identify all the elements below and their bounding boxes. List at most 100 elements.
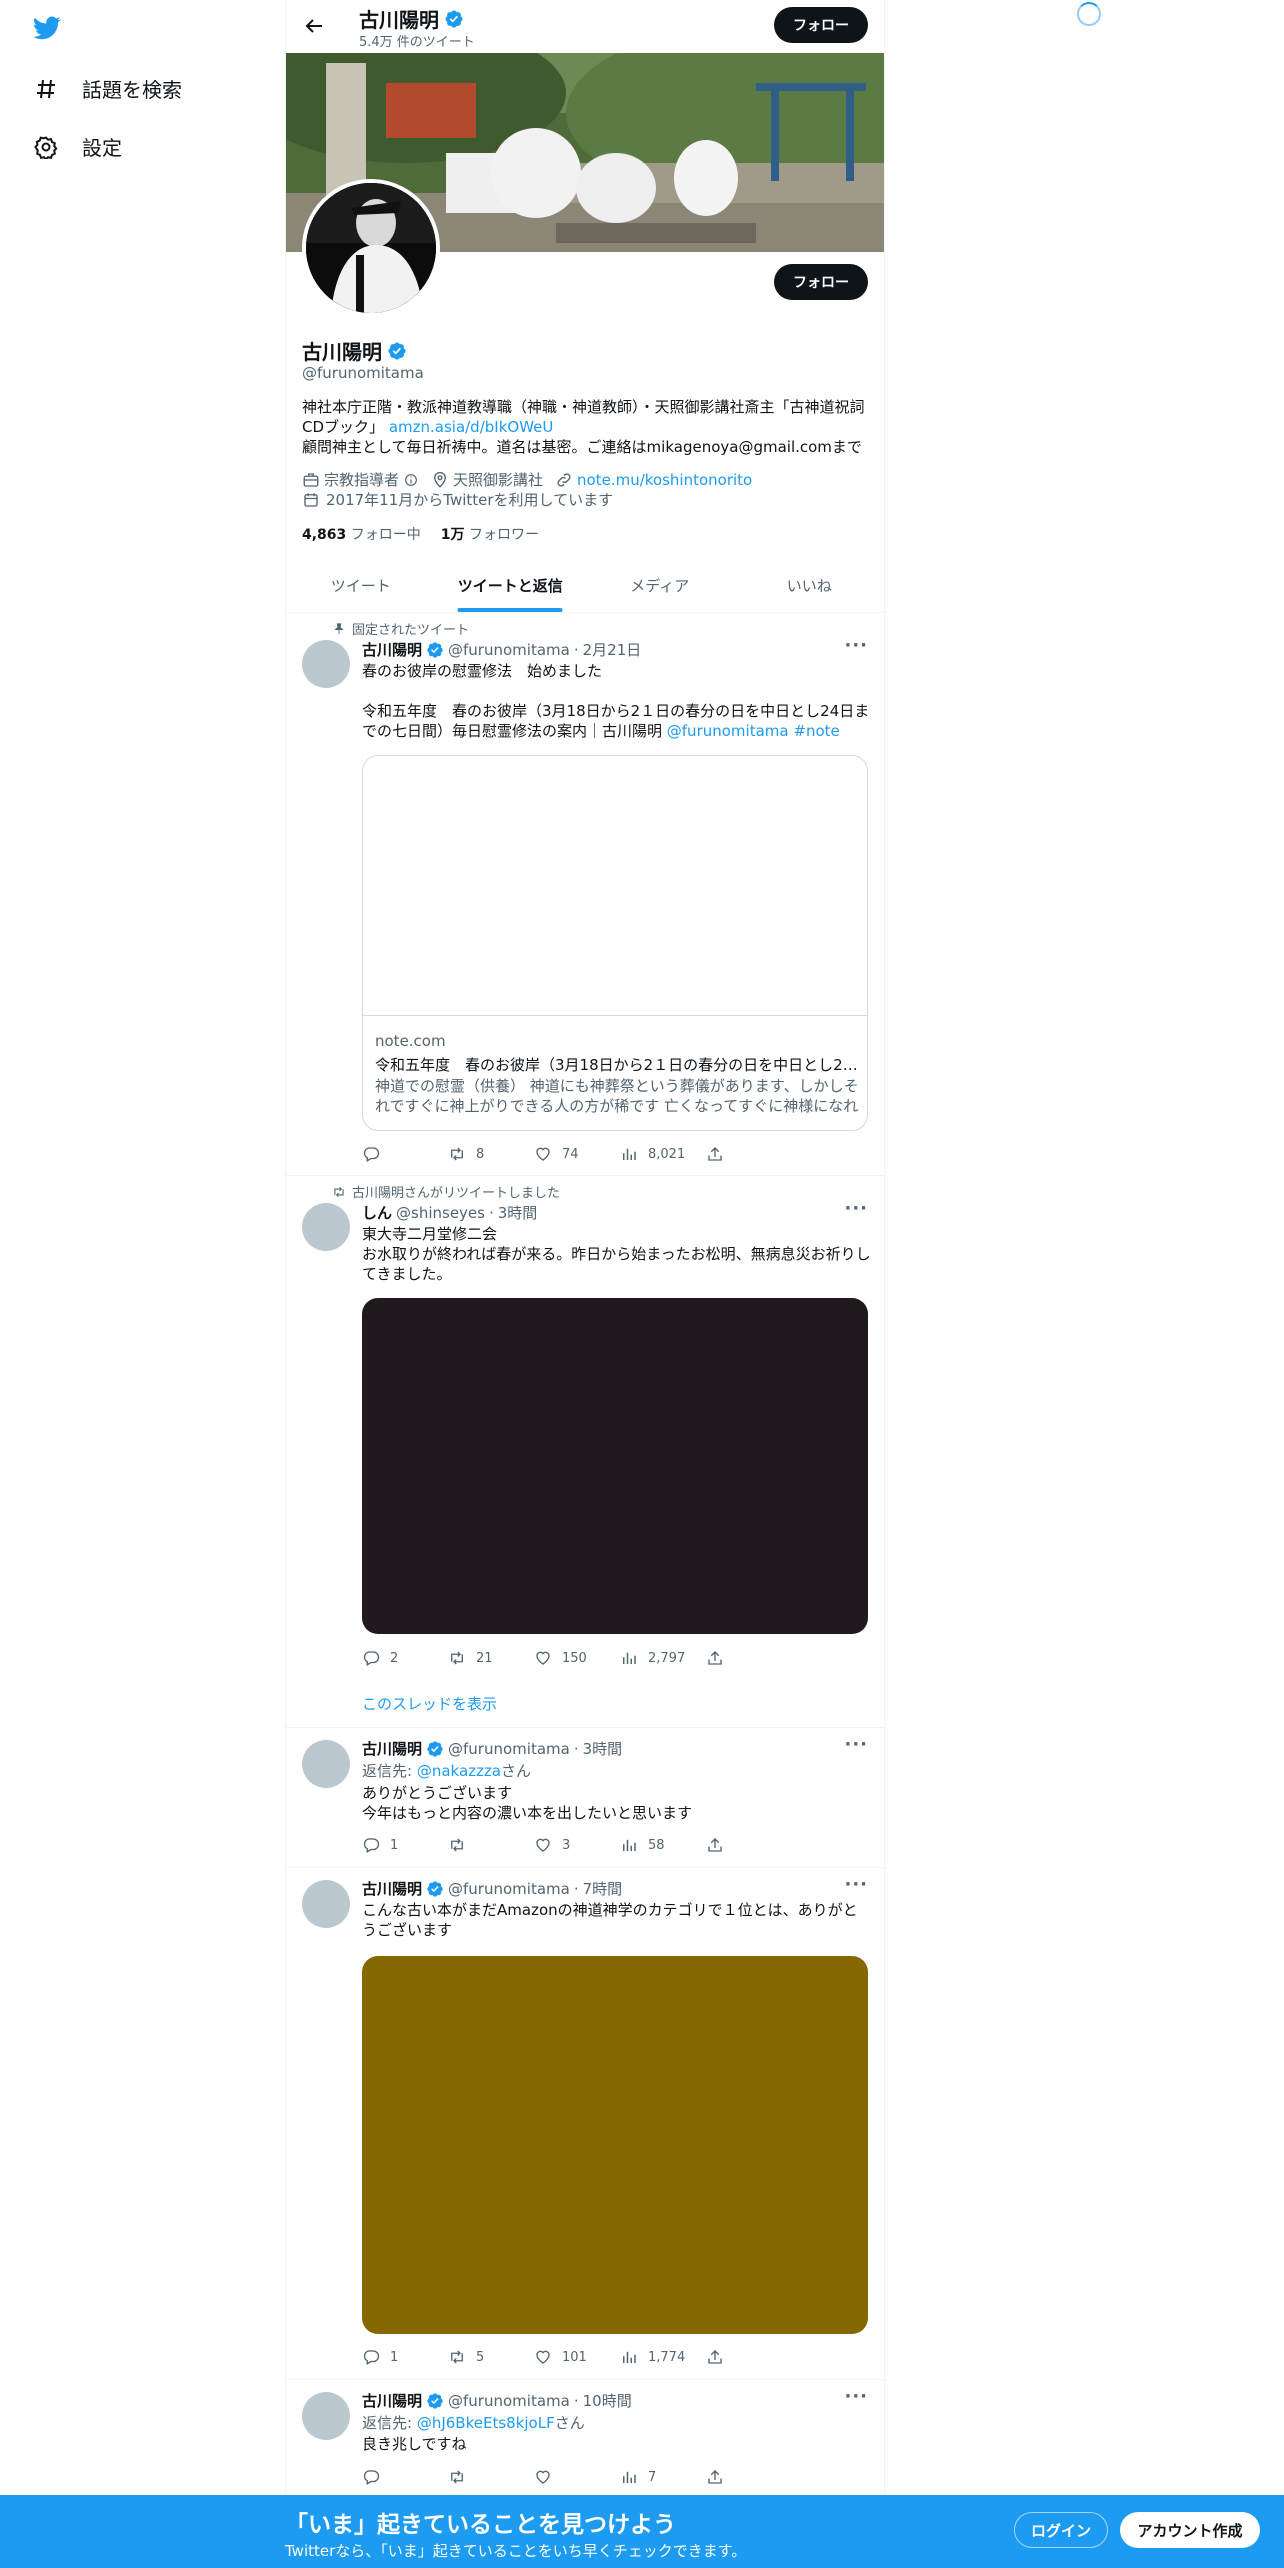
signup-banner-title: 「いま」起きていることを見つけよう (285, 2512, 676, 2538)
signup-banner: 「いま」起きていることを見つけよう Twitterなら、「いま」起きていることを… (0, 2495, 1284, 2568)
followers-stat[interactable]: 1万 フォロワー (441, 524, 539, 544)
sidebar-item-explore[interactable]: 話題を検索 (34, 74, 182, 103)
reply-button[interactable]: 2 (362, 1649, 448, 1667)
tweet-text-line: 今年はもっと内容の濃い本を出したいと思います (362, 1804, 693, 1822)
tweet-avatar[interactable] (302, 1203, 350, 1251)
views-button[interactable]: 2,797 (620, 1649, 706, 1667)
reply-to-mention[interactable]: @hJ6BkeEts8kjoLF (417, 2414, 555, 2432)
tweet-time[interactable]: 10時間 (583, 2390, 632, 2411)
more-options-icon[interactable]: ··· (844, 2386, 868, 2407)
tweet-author-name[interactable]: しん (362, 1202, 392, 1223)
following-stat[interactable]: 4,863 フォロー中 (302, 524, 421, 544)
tab-media[interactable]: メディア (585, 560, 735, 612)
like-button[interactable]: 150 (534, 1649, 620, 1667)
tweet-author-handle[interactable]: @furunomitama (448, 641, 570, 659)
tweet-author-handle[interactable]: @furunomitama (448, 1740, 570, 1758)
card-domain: note.com (375, 1032, 446, 1050)
tweet-time[interactable]: 3時間 (583, 1738, 623, 1759)
tweet-mention[interactable]: @furunomitama (667, 722, 789, 740)
heart-icon (534, 2468, 552, 2486)
tweet-pinned[interactable]: 固定されたツイート 古川陽明 @furunomitama · 2月21日 ···… (286, 613, 884, 1176)
tweet-author-name[interactable]: 古川陽明 (362, 1878, 422, 1899)
more-options-icon[interactable]: ··· (844, 635, 868, 656)
reply-to-mention[interactable]: @nakazzza (417, 1762, 501, 1780)
retweet-button[interactable] (448, 2468, 534, 2486)
profile-follow-button[interactable]: フォロー (774, 264, 868, 300)
tweet-avatar[interactable] (302, 2392, 350, 2440)
login-button[interactable]: ログイン (1014, 2512, 1108, 2548)
retweet-button[interactable] (448, 1836, 534, 1854)
retweet-button[interactable]: 5 (448, 2348, 534, 2366)
views-button[interactable]: 1,774 (620, 2348, 706, 2366)
tweet-time[interactable]: 2月21日 (583, 639, 642, 660)
reply-button[interactable]: 1 (362, 2348, 448, 2366)
more-options-icon[interactable]: ··· (844, 1874, 868, 1895)
show-thread-link[interactable]: このスレッドを表示 (362, 1693, 497, 1714)
tweet-with-media[interactable]: 古川陽明 @furunomitama · 7時間 ··· こんな古い本がまだAm… (286, 1868, 884, 2380)
tweet-header: しん @shinseyes · 3時間 (362, 1202, 537, 1223)
hashtag-icon (37, 79, 55, 98)
tweet-avatar[interactable] (302, 640, 350, 688)
bar-chart-icon (620, 1836, 638, 1854)
sidebar-item-label: 話題を検索 (82, 78, 182, 102)
twitter-bird-icon[interactable] (32, 14, 62, 42)
share-button[interactable] (706, 1649, 792, 1667)
views-button[interactable]: 58 (620, 1836, 706, 1854)
share-button[interactable] (706, 2468, 792, 2486)
share-button[interactable] (706, 2348, 792, 2366)
profile-name: 古川陽明 (302, 336, 407, 365)
tweet-reply[interactable]: 古川陽明 @furunomitama · 3時間 ··· 返信先: @nakaz… (286, 1728, 884, 1868)
like-button[interactable]: 74 (534, 1145, 620, 1163)
profile-location: 天照御影講社 (431, 469, 543, 490)
tweet-time[interactable]: 3時間 (498, 1202, 538, 1223)
website-link[interactable]: note.mu/koshintonorito (577, 471, 752, 489)
info-icon[interactable] (403, 472, 419, 488)
signup-button[interactable]: アカウント作成 (1120, 2512, 1260, 2548)
tweet-author-handle[interactable]: @shinseyes (396, 1204, 485, 1222)
tweet-author-name[interactable]: 古川陽明 (362, 2390, 422, 2411)
more-options-icon[interactable]: ··· (844, 1734, 868, 1755)
bio-text: 顧問神主として毎日祈祷中。道名は基密。ご連絡はmikagenoya@gmail.… (302, 438, 862, 456)
share-button[interactable] (706, 1836, 792, 1854)
tweet-time[interactable]: 7時間 (583, 1878, 623, 1899)
views-button[interactable]: 8,021 (620, 1145, 706, 1163)
reply-button[interactable] (362, 2468, 448, 2486)
views-button[interactable]: 7 (620, 2468, 706, 2486)
tweet-media[interactable] (362, 1298, 868, 1634)
view-count: 58 (648, 1837, 665, 1853)
tweet-text-line: こんな古い本がまだAmazonの神道神学のカテゴリで１位とは、ありがとうございま… (362, 1901, 858, 1939)
more-options-icon[interactable]: ··· (844, 1198, 868, 1219)
reply-button[interactable] (362, 1145, 448, 1163)
bio-link[interactable]: amzn.asia/d/bIkOWeU (389, 418, 554, 436)
retweet-button[interactable]: 8 (448, 1145, 534, 1163)
link-card[interactable]: note.com 令和五年度 春のお彼岸（3月18日から2１日の春分の日を中日と… (362, 755, 868, 1131)
tweet-hashtag[interactable]: #note (793, 722, 839, 740)
retweet-button[interactable]: 21 (448, 1649, 534, 1667)
reply-button[interactable]: 1 (362, 1836, 448, 1854)
tweet-reply[interactable]: 古川陽明 @furunomitama · 10時間 ··· 返信先: @hJ6B… (286, 2380, 884, 2500)
like-button[interactable] (534, 2468, 620, 2486)
share-icon (706, 1649, 724, 1667)
tab-likes[interactable]: いいね (735, 560, 885, 612)
tweet-text-line: お水取りが終われば春が来る。昨日から始まったお松明、無病息災お祈りしてきました。 (362, 1245, 871, 1283)
like-button[interactable]: 3 (534, 1836, 620, 1854)
tweet-avatar[interactable] (302, 1880, 350, 1928)
share-button[interactable] (706, 1145, 792, 1163)
back-arrow-icon[interactable] (302, 14, 326, 38)
tweet-author-name[interactable]: 古川陽明 (362, 1738, 422, 1759)
header-follow-button[interactable]: フォロー (774, 7, 868, 43)
profile-avatar[interactable] (302, 179, 440, 317)
tweet-author-handle[interactable]: @furunomitama (448, 2392, 570, 2410)
tweet-media[interactable] (362, 1956, 868, 2334)
context-text[interactable]: 古川陽明さんがリツイートしました (352, 1182, 560, 1201)
like-button[interactable]: 101 (534, 2348, 620, 2366)
tweet-author-name[interactable]: 古川陽明 (362, 639, 422, 660)
sidebar-item-settings[interactable]: 設定 (34, 132, 122, 161)
share-icon (706, 2468, 724, 2486)
tweet-avatar[interactable] (302, 1740, 350, 1788)
tweet-author-handle[interactable]: @furunomitama (448, 1880, 570, 1898)
tab-tweets-and-replies[interactable]: ツイートと返信 (436, 560, 586, 612)
tab-tweets[interactable]: ツイート (286, 560, 436, 612)
tweet-retweeted[interactable]: 古川陽明さんがリツイートしました しん @shinseyes · 3時間 ···… (286, 1176, 884, 1728)
profile-website[interactable]: note.mu/koshintonorito (555, 471, 752, 489)
